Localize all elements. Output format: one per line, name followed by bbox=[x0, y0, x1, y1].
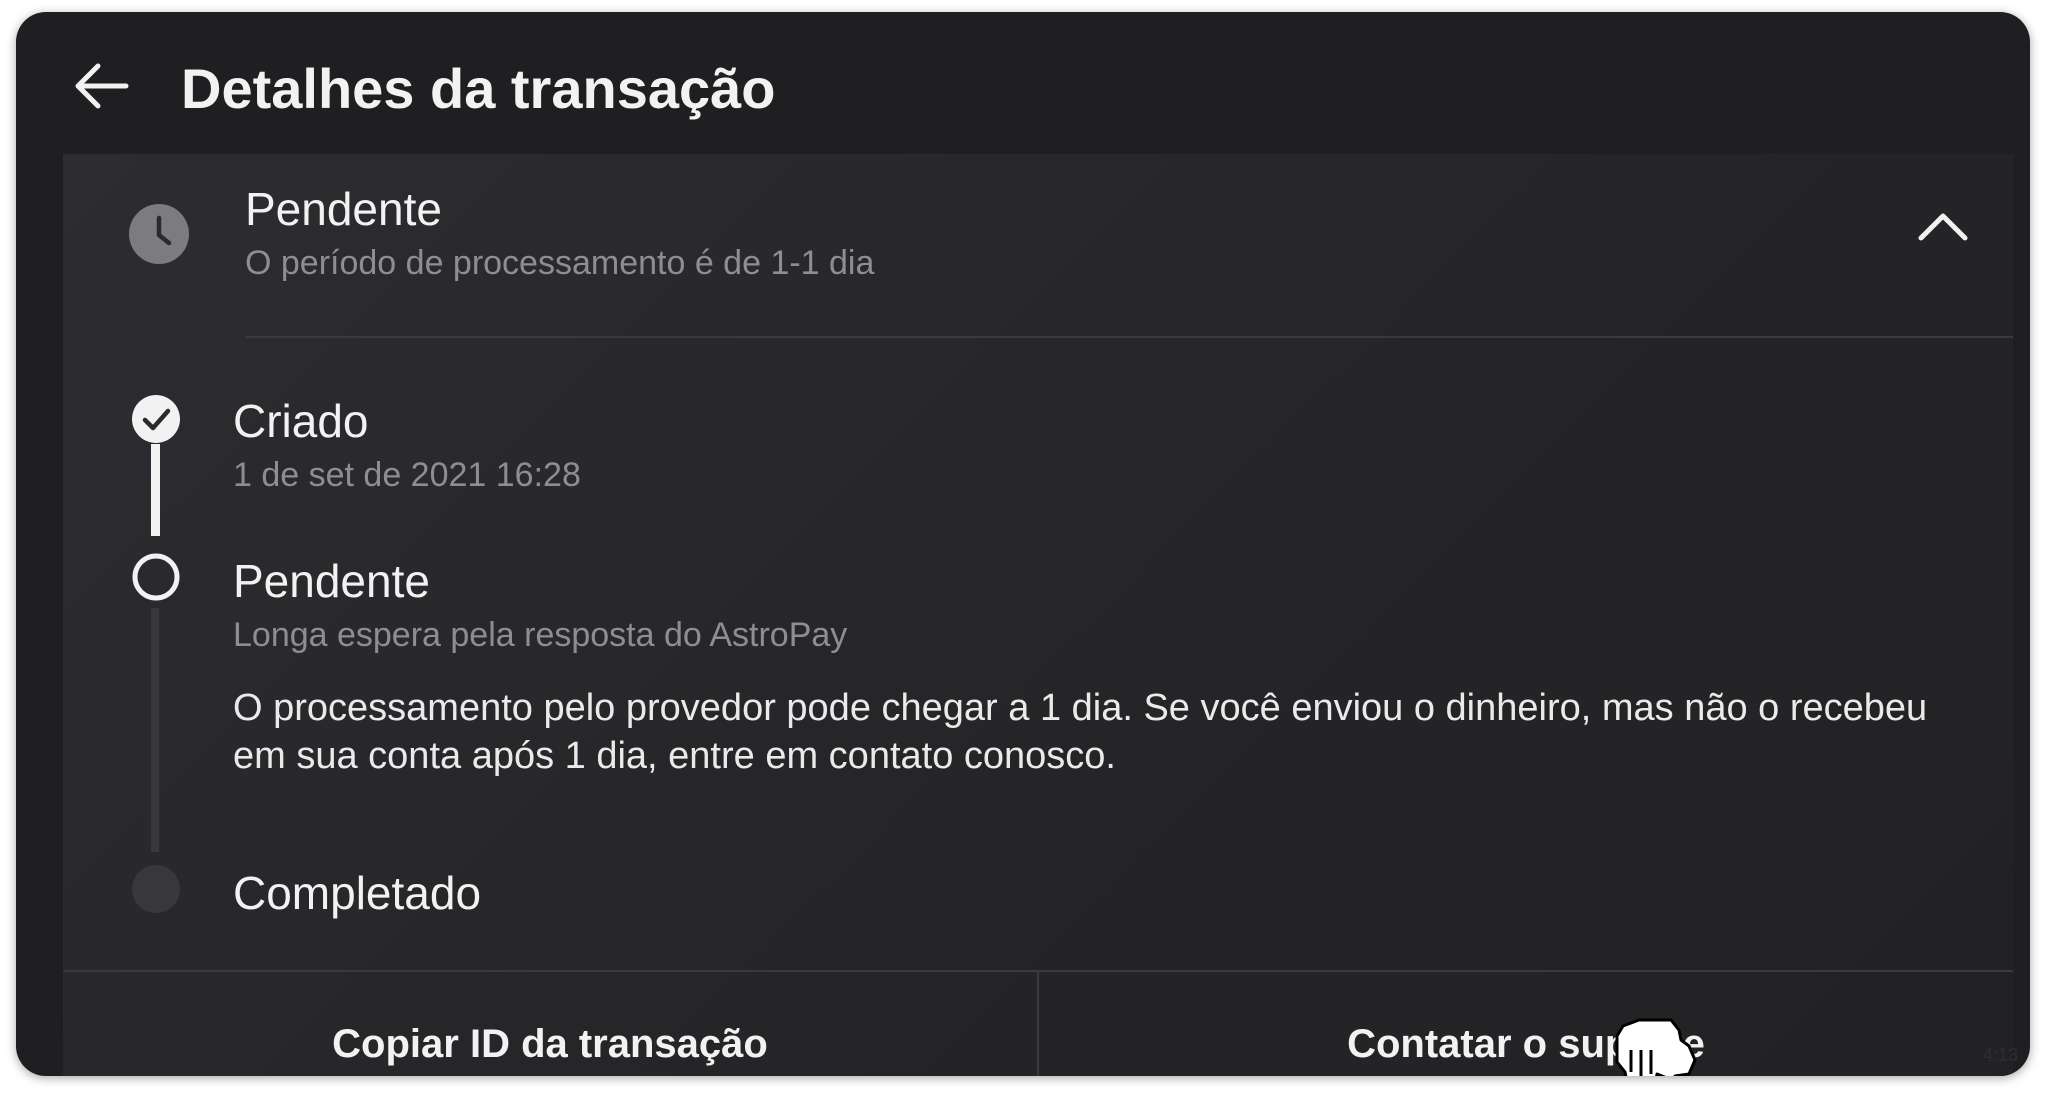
action-bar: Copiar ID da transação Contatar o suport… bbox=[63, 970, 2013, 1076]
chevron-up-icon[interactable] bbox=[1915, 206, 1971, 246]
contact-support-button[interactable]: Contatar o suporte bbox=[1039, 972, 2013, 1076]
page-title: Detalhes da transação bbox=[181, 57, 776, 120]
check-circle-icon bbox=[132, 395, 180, 443]
copy-transaction-id-button[interactable]: Copiar ID da transação bbox=[63, 972, 1037, 1076]
status-subtitle: O período de processamento é de 1-1 dia bbox=[245, 244, 875, 282]
divider bbox=[245, 336, 2013, 338]
upcoming-step-circle-icon bbox=[132, 865, 180, 913]
transaction-details-card: Pendente O período de processamento é de… bbox=[63, 154, 2013, 1076]
watermark-text: 4:13 bbox=[1982, 1045, 2018, 1065]
clock-icon bbox=[129, 204, 189, 264]
current-step-circle-icon bbox=[132, 553, 180, 601]
status-title: Pendente bbox=[245, 183, 442, 235]
timeline-connector-done bbox=[151, 444, 160, 536]
step-pending-title: Pendente bbox=[233, 555, 430, 607]
top-app-bar: Detalhes da transação bbox=[16, 12, 2030, 154]
app-window: Detalhes da transação Pendente O período… bbox=[16, 12, 2030, 1076]
step-pending-subtitle: Longa espera pela resposta do AstroPay bbox=[233, 616, 848, 654]
step-created-date: 1 de set de 2021 16:28 bbox=[233, 456, 581, 494]
step-pending-description: O processamento pelo provedor pode chega… bbox=[233, 687, 1928, 777]
back-button[interactable] bbox=[66, 50, 138, 122]
step-created-title: Criado bbox=[233, 395, 369, 447]
status-summary-row[interactable]: Pendente O período de processamento é de… bbox=[63, 154, 2013, 338]
timeline-connector-pending bbox=[151, 608, 159, 852]
arrow-left-icon bbox=[75, 63, 129, 109]
hand-pointer-icon bbox=[1615, 1018, 1697, 1076]
step-completed-title: Completado bbox=[233, 867, 482, 919]
